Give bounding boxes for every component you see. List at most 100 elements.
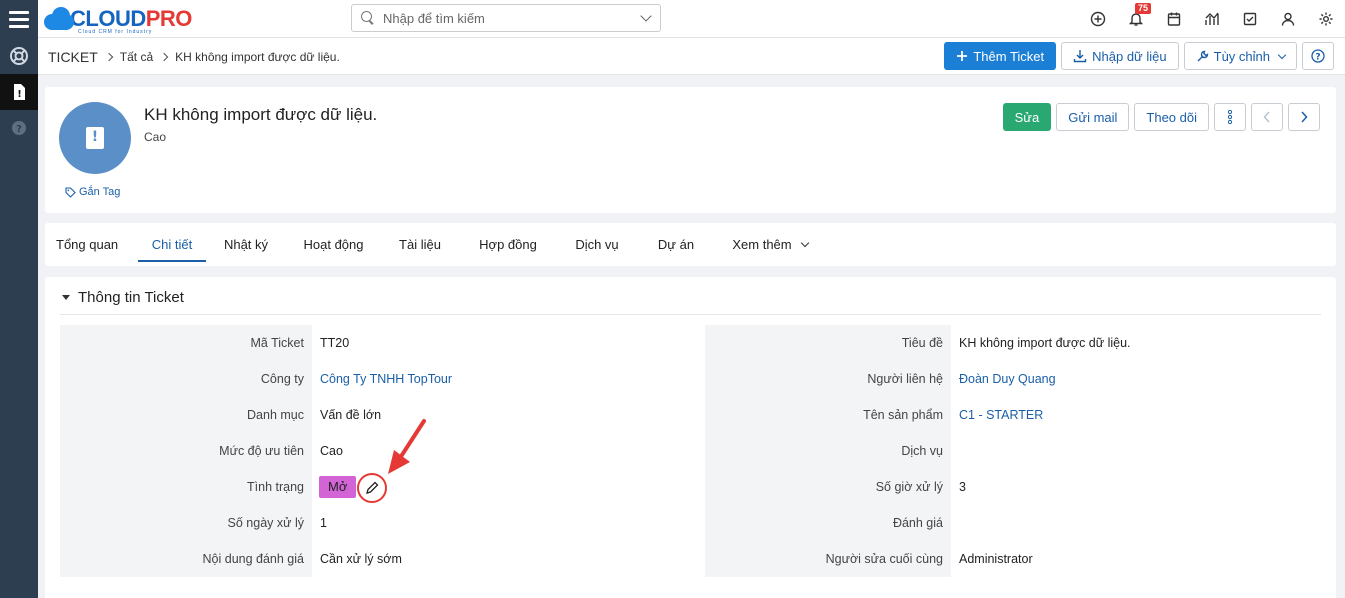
- user-icon[interactable]: [1269, 0, 1307, 38]
- tab-log[interactable]: Nhật ký: [206, 223, 286, 266]
- contact-link[interactable]: Đoàn Duy Quang: [951, 361, 1320, 397]
- add-circle-icon[interactable]: [1079, 0, 1117, 38]
- breadcrumb: TICKET Tất cả KH không import được dữ li…: [48, 49, 340, 65]
- tag-icon: [65, 186, 76, 198]
- section-title: Thông tin Ticket: [78, 289, 184, 306]
- import-data-label: Nhập dữ liệu: [1092, 48, 1167, 64]
- ticket-icon: [86, 127, 104, 149]
- help-button[interactable]: ?: [1302, 42, 1334, 70]
- annotation-arrow-icon: [388, 419, 426, 474]
- field-priority: Mức độ ưu tiên Cao: [60, 433, 690, 469]
- record-tabs: Tổng quan Chi tiết Nhật ký Hoạt động Tài…: [45, 223, 1336, 266]
- menu-icon[interactable]: [0, 0, 38, 38]
- tab-contracts[interactable]: Hợp đồng: [459, 223, 557, 266]
- add-tag-link[interactable]: Gắn Tag: [65, 186, 120, 198]
- tab-activities[interactable]: Hoạt động: [286, 223, 381, 266]
- section-header[interactable]: Thông tin Ticket: [62, 289, 184, 306]
- left-sidebar: ! ?: [0, 38, 38, 598]
- status-badge: Mở: [319, 476, 357, 498]
- add-ticket-label: Thêm Ticket: [973, 48, 1045, 64]
- add-tag-label: Gắn Tag: [79, 186, 121, 198]
- toolbar: Thêm Ticket Nhập dữ liệu Tùy chỉnh ?: [944, 42, 1334, 70]
- support-lifebuoy-icon[interactable]: [0, 38, 38, 74]
- field-days: Số ngày xử lý 1: [60, 505, 690, 541]
- record-header: KH không import được dữ liệu. Cao Gắn Ta…: [45, 87, 1336, 213]
- record-title: KH không import được dữ liệu.: [144, 105, 378, 124]
- chevron-right-icon: [159, 52, 169, 62]
- field-row: Tình trạng Mở Số giờ xử lý 3: [60, 469, 1321, 505]
- avatar[interactable]: [59, 102, 131, 174]
- send-mail-button[interactable]: Gửi mail: [1056, 103, 1130, 131]
- company-link[interactable]: Công Ty TNHH TopTour: [312, 361, 690, 397]
- calendar-icon[interactable]: [1155, 0, 1193, 38]
- previous-record-button[interactable]: [1251, 103, 1283, 131]
- field-contact: Người liên hệ Đoàn Duy Quang: [690, 361, 1320, 397]
- tab-overview[interactable]: Tổng quan: [56, 223, 138, 266]
- field-rating: Đánh giá: [690, 505, 1320, 541]
- gear-icon[interactable]: [1307, 0, 1345, 38]
- tab-projects[interactable]: Dự án: [637, 223, 715, 266]
- help-question-icon[interactable]: ?: [0, 110, 38, 146]
- chevron-left-icon: [1263, 111, 1270, 123]
- caret-down-icon: [62, 295, 70, 300]
- field-row: Nội dung đánh giá Cần xử lý sớm Người sử…: [60, 541, 1321, 577]
- logo-tagline: Cloud CRM for Industry: [78, 29, 153, 35]
- field-category: Danh mục Vấn đề lớn: [60, 397, 690, 433]
- field-hours: Số giờ xử lý 3: [690, 469, 1320, 505]
- wrench-icon: [1197, 50, 1208, 61]
- chevron-right-icon: [104, 52, 114, 62]
- download-icon: [1073, 50, 1087, 63]
- breadcrumb-all[interactable]: Tất cả: [120, 50, 153, 64]
- task-check-icon[interactable]: [1231, 0, 1269, 38]
- customize-label: Tùy chỉnh: [1213, 48, 1270, 64]
- add-ticket-button[interactable]: Thêm Ticket: [944, 42, 1057, 70]
- field-row: Mức độ ưu tiên Cao Dịch vụ: [60, 433, 1321, 469]
- tab-more[interactable]: Xem thêm: [715, 223, 825, 266]
- chevron-right-icon: [1301, 111, 1308, 123]
- import-data-button[interactable]: Nhập dữ liệu: [1061, 42, 1179, 70]
- svg-text:?: ?: [16, 124, 22, 135]
- top-icons: 75: [1079, 0, 1345, 38]
- top-bar: CLOUDPRO Cloud CRM for Industry 75: [0, 0, 1345, 38]
- next-record-button[interactable]: [1288, 103, 1320, 131]
- record-actions: Sửa Gửi mail Theo dõi: [1002, 103, 1320, 131]
- search-icon: [361, 11, 375, 25]
- svg-text:?: ?: [1315, 53, 1320, 63]
- breadcrumb-module[interactable]: TICKET: [48, 49, 98, 65]
- field-row: Số ngày xử lý 1 Đánh giá: [60, 505, 1321, 541]
- follow-button[interactable]: Theo dõi: [1134, 103, 1209, 131]
- field-product: Tên sản phẩm C1 - STARTER: [690, 397, 1320, 433]
- customize-button[interactable]: Tùy chỉnh: [1183, 42, 1297, 70]
- product-link[interactable]: C1 - STARTER: [951, 397, 1320, 433]
- plus-icon: [957, 51, 968, 61]
- cloud-logo-icon: [44, 6, 74, 32]
- global-search[interactable]: [351, 4, 661, 32]
- chevron-down-icon: [1277, 50, 1287, 59]
- record-priority: Cao: [144, 130, 167, 144]
- chart-icon[interactable]: [1193, 0, 1231, 38]
- field-row: Mã Ticket TT20 Tiêu đề KH không import đ…: [60, 325, 1321, 361]
- edit-button[interactable]: Sửa: [1002, 103, 1052, 131]
- logo[interactable]: CLOUDPRO Cloud CRM for Industry: [44, 4, 192, 35]
- field-row: Công ty Công Ty TNHH TopTour Người liên …: [60, 361, 1321, 397]
- vertical-dots-icon: [1227, 109, 1233, 125]
- chevron-down-icon: [800, 238, 809, 247]
- field-ticket-code: Mã Ticket TT20: [60, 325, 690, 361]
- field-row: Danh mục Vấn đề lớn Tên sản phẩm C1 - ST…: [60, 397, 1321, 433]
- tab-details[interactable]: Chi tiết: [138, 223, 206, 266]
- svg-text:!: !: [17, 89, 22, 100]
- ticket-document-icon[interactable]: !: [0, 74, 38, 110]
- field-company: Công ty Công Ty TNHH TopTour: [60, 361, 690, 397]
- more-options-button[interactable]: [1214, 103, 1246, 131]
- section-divider: [60, 314, 1321, 315]
- field-status: Tình trạng Mở: [60, 469, 690, 505]
- tab-documents[interactable]: Tài liệu: [381, 223, 459, 266]
- chevron-down-icon[interactable]: [640, 10, 652, 22]
- breadcrumb-bar: TICKET Tất cả KH không import được dữ li…: [38, 38, 1345, 75]
- search-input[interactable]: [383, 10, 623, 26]
- field-grid: Mã Ticket TT20 Tiêu đề KH không import đ…: [60, 325, 1321, 577]
- field-last-modified-by: Người sửa cuối cùng Administrator: [690, 541, 1320, 577]
- tab-services[interactable]: Dịch vụ: [557, 223, 637, 266]
- field-title: Tiêu đề KH không import được dữ liệu.: [690, 325, 1320, 361]
- bell-icon[interactable]: 75: [1117, 0, 1155, 38]
